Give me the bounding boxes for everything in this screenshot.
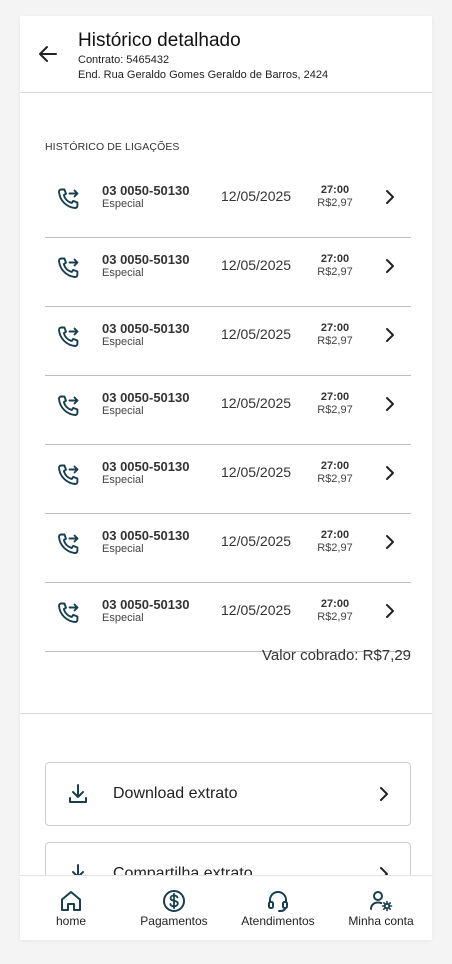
call-duration: 27:00 [320, 598, 350, 610]
call-type: Especial [102, 198, 144, 210]
call-number: 03 0050-50130 [102, 252, 190, 267]
chevron-right-icon[interactable] [380, 532, 400, 552]
chevron-right-icon[interactable] [380, 325, 400, 345]
dollar-circle-icon [161, 888, 187, 914]
outgoing-call-icon [55, 531, 81, 557]
call-number: 03 0050-50130 [102, 528, 190, 543]
page-header: Histórico detalhado Contrato: 5465432 En… [20, 16, 432, 93]
call-row[interactable]: 03 0050-50130 Especial 12/05/2025 27:00 R$2,… [45, 239, 411, 307]
call-number: 03 0050-50130 [102, 597, 190, 612]
nav-item-payments[interactable]: Pagamentos [123, 876, 227, 940]
call-duration: 27:00 [320, 529, 350, 541]
nav-item-home[interactable]: home [20, 876, 120, 940]
section-divider [20, 713, 432, 714]
call-row[interactable]: 03 0050-50130 Especial 12/05/2025 27:00 R$2,… [45, 515, 411, 583]
call-type: Especial [102, 543, 144, 555]
back-arrow-icon[interactable] [36, 42, 60, 66]
call-row[interactable]: 03 0050-50130 Especial 12/05/2025 27:00 R$2,… [45, 377, 411, 445]
nav-label: Pagamentos [140, 914, 208, 928]
outgoing-call-icon [55, 462, 81, 488]
call-price: R$2,97 [317, 266, 353, 278]
call-price: R$2,97 [317, 404, 353, 416]
call-date: 12/05/2025 [221, 257, 292, 273]
call-date: 12/05/2025 [221, 395, 292, 411]
section-title: HISTÓRICO DE LIGAÇÕES [45, 141, 180, 153]
call-date: 12/05/2025 [221, 602, 292, 618]
call-price: R$2,97 [317, 611, 353, 623]
call-number: 03 0050-50130 [102, 459, 190, 474]
nav-item-account[interactable]: Minha conta [331, 876, 432, 940]
chevron-right-icon[interactable] [380, 601, 400, 621]
download-statement-button[interactable]: Download extrato [45, 762, 411, 826]
call-type: Especial [102, 612, 144, 624]
chevron-right-icon[interactable] [380, 187, 400, 207]
bottom-nav: home Pagamentos Atendimentos Minha conta [20, 875, 432, 940]
call-number: 03 0050-50130 [102, 321, 190, 336]
call-row[interactable]: 03 0050-50130 Especial 12/05/2025 27:00 R$2,… [45, 170, 411, 238]
call-number: 03 0050-50130 [102, 390, 190, 405]
call-date: 12/05/2025 [221, 326, 292, 342]
outgoing-call-icon [55, 324, 81, 350]
chevron-right-icon[interactable] [380, 394, 400, 414]
call-duration: 27:00 [320, 460, 350, 472]
call-duration: 27:00 [320, 253, 350, 265]
call-duration: 27:00 [320, 322, 350, 334]
address-text: End. Rua Geraldo Gomes Geraldo de Barros… [78, 69, 329, 81]
chevron-right-icon[interactable] [380, 463, 400, 483]
call-date: 12/05/2025 [221, 533, 292, 549]
download-icon [66, 782, 90, 806]
call-row[interactable]: 03 0050-50130 Especial 12/05/2025 27:00 R$2,… [45, 308, 411, 376]
call-type: Especial [102, 336, 144, 348]
call-price: R$2,97 [317, 197, 353, 209]
chevron-right-icon [374, 784, 394, 804]
call-number: 03 0050-50130 [102, 183, 190, 198]
total-charged: Valor cobrado: R$7,29 [262, 647, 411, 664]
user-settings-icon [368, 888, 394, 914]
call-duration: 27:00 [320, 391, 350, 403]
outgoing-call-icon [55, 255, 81, 281]
call-price: R$2,97 [317, 335, 353, 347]
call-type: Especial [102, 405, 144, 417]
chevron-right-icon[interactable] [380, 256, 400, 276]
call-price: R$2,97 [317, 542, 353, 554]
call-list: 03 0050-50130 Especial 12/05/2025 27:00 R$2,… [45, 170, 411, 653]
call-type: Especial [102, 474, 144, 486]
app-screen: Histórico detalhado Contrato: 5465432 En… [20, 16, 432, 940]
call-date: 12/05/2025 [221, 188, 292, 204]
nav-label: Minha conta [348, 914, 414, 928]
call-price: R$2,97 [317, 473, 353, 485]
outgoing-call-icon [55, 600, 81, 626]
page-title: Histórico detalhado [78, 30, 241, 51]
home-icon [58, 888, 84, 914]
call-duration: 27:00 [320, 184, 350, 196]
call-date: 12/05/2025 [221, 464, 292, 480]
action-label: Download extrato [113, 785, 238, 802]
call-row[interactable]: 03 0050-50130 Especial 12/05/2025 27:00 R$2,… [45, 584, 411, 652]
contract-number: Contrato: 5465432 [78, 54, 170, 66]
nav-item-support[interactable]: Atendimentos [227, 876, 331, 940]
call-row[interactable]: 03 0050-50130 Especial 12/05/2025 27:00 R$2,… [45, 446, 411, 514]
nav-label: Atendimentos [241, 914, 315, 928]
headset-icon [265, 888, 291, 914]
call-type: Especial [102, 267, 144, 279]
outgoing-call-icon [55, 186, 81, 212]
outgoing-call-icon [55, 393, 81, 419]
nav-label: home [55, 914, 87, 928]
